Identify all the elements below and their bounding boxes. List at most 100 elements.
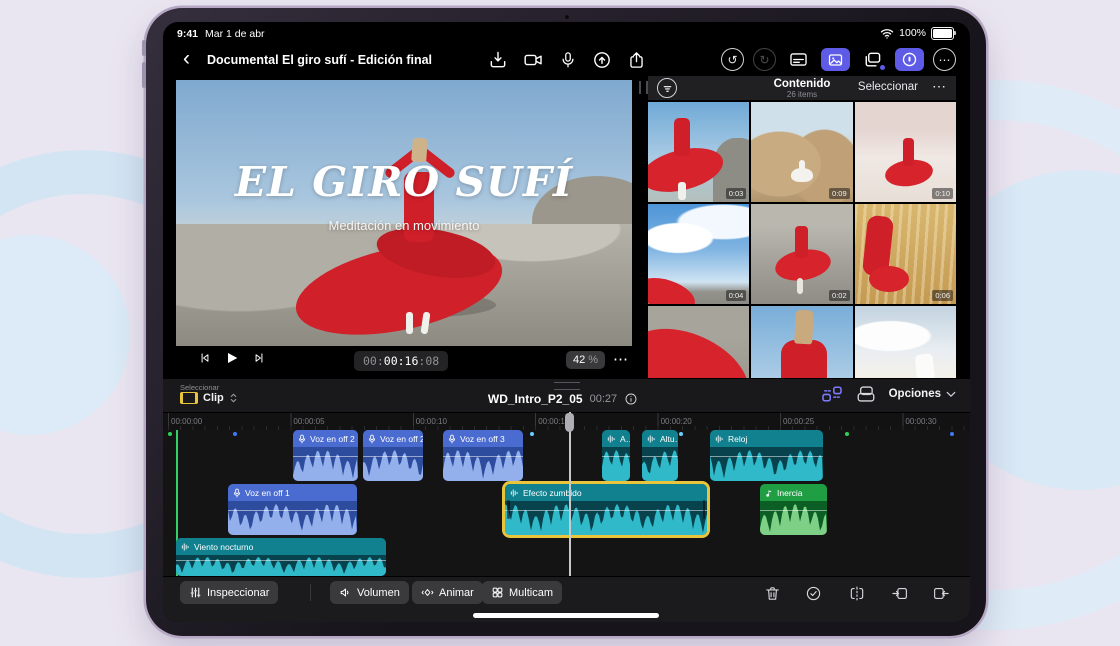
timeline-clip[interactable]: A… — [602, 430, 630, 481]
insert-right-button[interactable] — [929, 581, 953, 605]
timeline-clip-duration: 00:27 — [590, 393, 618, 405]
timeline-clip[interactable]: Reloj — [710, 430, 823, 481]
timeline-clip[interactable]: Voz en off 2 — [363, 430, 423, 481]
connect-clips-icon[interactable] — [821, 385, 843, 403]
titles-button[interactable] — [785, 48, 812, 71]
camera-button[interactable] — [523, 50, 544, 70]
ruler-label: 00:00:00 — [171, 417, 202, 426]
timeline-clip[interactable]: Voz en off 3 — [443, 430, 523, 481]
keyframe-dot — [950, 432, 954, 436]
options-button[interactable]: Opciones — [889, 388, 956, 400]
mic-icon — [233, 488, 241, 498]
clip-tool-selector[interactable]: Clip — [180, 392, 238, 404]
duration-badge: 0:02 — [829, 290, 850, 301]
timeline-clip[interactable]: Inercia — [760, 484, 827, 535]
clip-label: Viento nocturno — [176, 538, 386, 555]
wifi-icon — [880, 28, 894, 39]
clip-waveform — [293, 447, 358, 481]
effects-button[interactable] — [859, 48, 886, 71]
duration-badge: 0:10 — [932, 188, 953, 199]
panel-drag-handle[interactable] — [639, 81, 648, 94]
duration-badge: 0:04 — [726, 290, 747, 301]
clip-label: Voz en off 2 — [293, 430, 358, 447]
timeline-clip[interactable]: Voz en off 2 — [293, 430, 358, 481]
clip-label: Efecto zumbido — [505, 484, 707, 501]
import-button[interactable] — [488, 50, 508, 70]
footer-divider — [310, 584, 311, 601]
clip-label: Voz en off 3 — [443, 430, 523, 447]
media-browser-button[interactable] — [821, 48, 850, 71]
back-button[interactable]: ‹ — [183, 46, 190, 72]
clip-waveform — [443, 447, 523, 481]
previous-frame-button[interactable] — [198, 351, 212, 365]
media-thumbnail[interactable]: 0:03 — [648, 102, 749, 202]
microphone-button[interactable] — [559, 50, 577, 70]
clip-name-text: Voz en off 1 — [245, 488, 290, 498]
decor — [903, 138, 914, 166]
decor — [781, 340, 827, 378]
zoom-level-badge[interactable]: 42% — [566, 351, 605, 369]
jog-dial-button[interactable] — [895, 48, 924, 71]
pointer-record-button[interactable] — [592, 50, 612, 70]
more-toolbar-button[interactable]: ⋯ — [933, 48, 956, 71]
volume-up-button — [142, 40, 146, 56]
keyframe-dot — [168, 432, 172, 436]
clip-waveform — [363, 447, 423, 481]
animate-button[interactable]: Animar — [412, 581, 483, 604]
media-thumbnail[interactable] — [751, 306, 852, 378]
check-button[interactable] — [801, 581, 825, 605]
media-thumbnail[interactable] — [855, 306, 956, 378]
delete-button[interactable] — [760, 581, 784, 605]
share-button[interactable] — [627, 50, 646, 70]
play-button[interactable] — [224, 350, 240, 366]
browser-more-button[interactable]: ⋯ — [932, 78, 946, 95]
media-thumbnail[interactable]: 0:04 — [648, 204, 749, 304]
media-thumbnail[interactable] — [648, 306, 749, 378]
mic-icon — [368, 434, 376, 444]
undo-button[interactable]: ↺ — [721, 48, 744, 71]
clip-overlay-icon[interactable] — [856, 385, 876, 403]
clip-waveform — [176, 555, 386, 576]
decor — [678, 182, 686, 200]
effects-badge-dot — [880, 65, 885, 70]
split-clip-button[interactable] — [845, 581, 869, 605]
app-toolbar: ‹ Documental El giro sufí - Edición fina… — [163, 44, 970, 80]
media-grid: 0:03 0:09 0:10 0:04 — [648, 102, 956, 378]
timeline-clip[interactable]: Viento nocturno — [176, 538, 386, 576]
info-icon[interactable] — [624, 392, 638, 406]
timeline-clip[interactable]: Altu… — [642, 430, 678, 481]
clip-name-text: Inercia — [777, 488, 803, 498]
timecode: 00:00:16:08 — [354, 351, 448, 371]
inspect-button[interactable]: Inspeccionar — [180, 581, 278, 604]
select-button[interactable]: Seleccionar — [858, 81, 918, 93]
decor — [869, 266, 909, 292]
media-thumbnail[interactable]: 0:02 — [751, 204, 852, 304]
clip-range-icon — [180, 392, 198, 404]
playhead-line — [569, 412, 571, 576]
timeline-clip[interactable]: Voz en off 1 — [228, 484, 357, 535]
volume-down-button — [142, 62, 146, 88]
mode-caption: Seleccionar — [180, 383, 219, 392]
ipad-device: 9:41Mar 1 de abr 100% ‹ Documental El gi… — [146, 8, 986, 636]
timeline-clip[interactable]: Efecto zumbido — [505, 484, 707, 535]
clip-name-text: A… — [620, 434, 630, 444]
media-thumbnail[interactable]: 0:09 — [751, 102, 852, 202]
multicam-button[interactable]: Multicam — [482, 581, 562, 604]
clip-label: Inercia — [760, 484, 827, 501]
keyframe-dot — [845, 432, 849, 436]
media-thumbnail[interactable]: 0:10 — [855, 102, 956, 202]
redo-button[interactable]: ↻ — [753, 48, 776, 71]
home-indicator[interactable] — [473, 613, 659, 618]
keyframe-dot — [530, 432, 534, 436]
viewer-more-button[interactable]: ⋯ — [613, 350, 629, 368]
clip-name-text: Efecto zumbido — [523, 488, 582, 498]
volume-button[interactable]: Volumen — [330, 581, 409, 604]
next-frame-button[interactable] — [252, 351, 266, 365]
insert-left-button[interactable] — [888, 581, 912, 605]
keyframe-dot — [679, 432, 683, 436]
playhead-handle[interactable] — [565, 413, 574, 432]
wave-icon — [181, 543, 190, 551]
mic-icon — [298, 434, 306, 444]
media-thumbnail[interactable]: 0:06 — [855, 204, 956, 304]
decor — [648, 311, 749, 378]
